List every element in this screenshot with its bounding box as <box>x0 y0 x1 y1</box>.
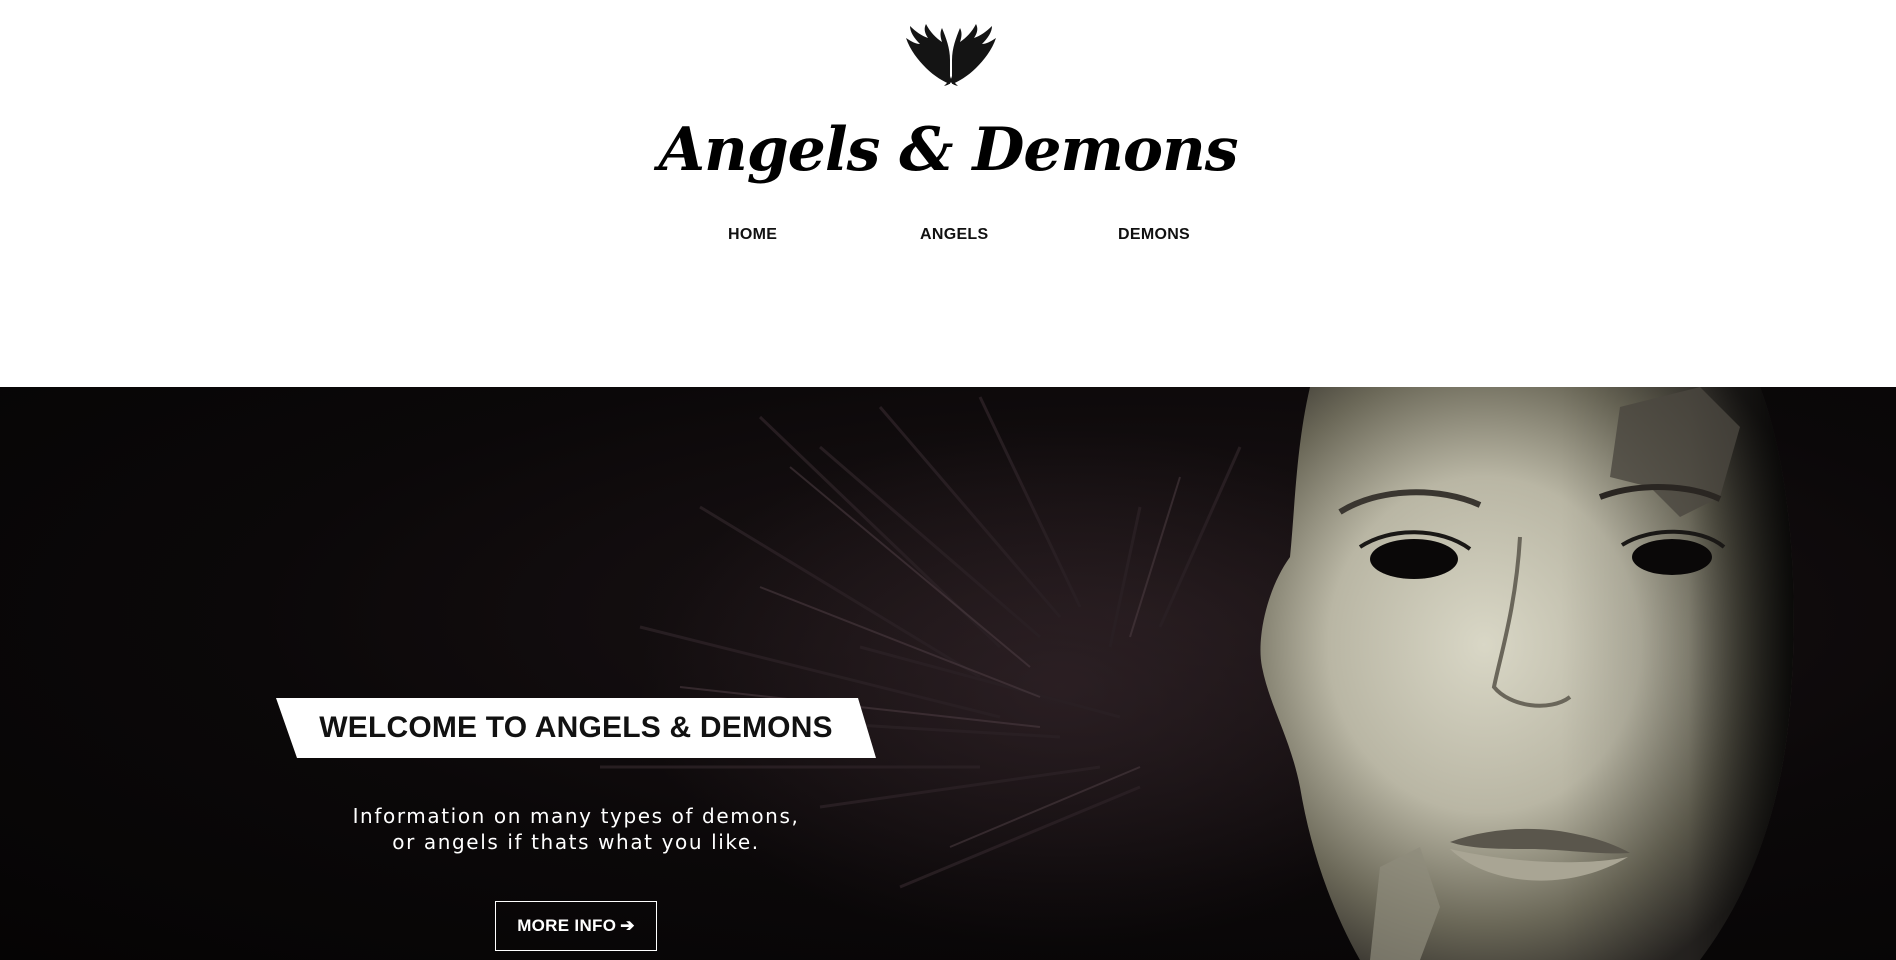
wings-icon[interactable] <box>904 24 998 88</box>
welcome-title: WELCOME TO ANGELS & DEMONS <box>319 711 833 744</box>
nav-home[interactable]: HOME <box>728 226 777 244</box>
tagline-line-2: or angels if thats what you like. <box>392 830 760 854</box>
arrow-right-icon: ➔ <box>620 916 635 935</box>
hero-image <box>600 387 1794 960</box>
tagline-line-1: Information on many types of demons, <box>352 804 800 828</box>
main-nav: HOME ANGELS DEMONS <box>0 226 1896 250</box>
more-info-label: MORE INFO <box>517 916 617 935</box>
welcome-banner: WELCOME TO ANGELS & DEMONS <box>276 698 876 758</box>
nav-demons[interactable]: DEMONS <box>1118 226 1190 244</box>
nav-angels[interactable]: ANGELS <box>920 226 988 244</box>
more-info-button[interactable]: MORE INFO ➔ <box>495 901 657 951</box>
site-title[interactable]: Angels & Demons <box>0 108 1896 192</box>
hero-tagline: Information on many types of demons, or … <box>276 803 876 855</box>
hero-banner: WELCOME TO ANGELS & DEMONS Information o… <box>0 387 1896 960</box>
site-header: Angels & Demons HOME ANGELS DEMONS <box>0 0 1896 387</box>
